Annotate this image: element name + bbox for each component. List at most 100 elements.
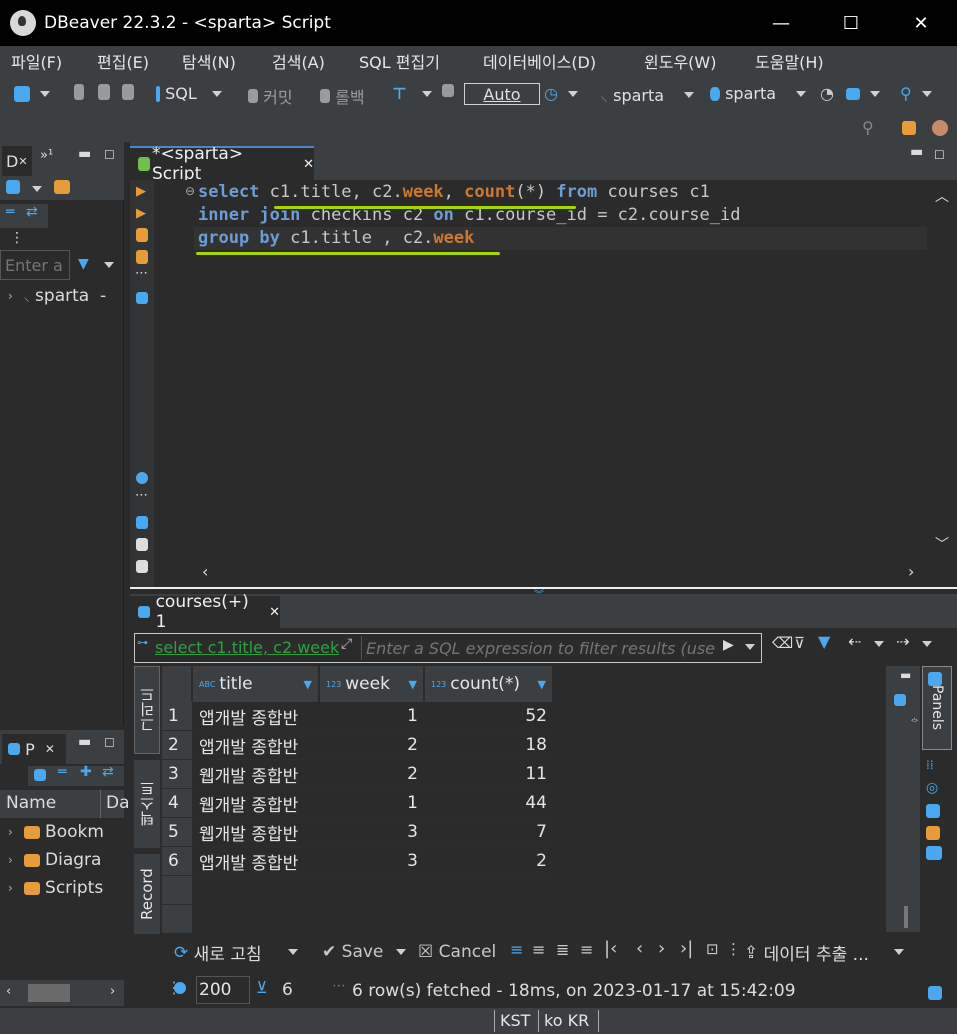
menu-database[interactable]: 데이터베이스(D) xyxy=(483,49,596,73)
table-cell[interactable]: 2 xyxy=(320,731,424,760)
close-icon[interactable]: ✕ xyxy=(303,157,314,172)
tab-record-view[interactable]: Record xyxy=(134,854,160,934)
column-name-header[interactable]: Name xyxy=(6,793,56,813)
configure-icon[interactable] xyxy=(34,769,46,781)
chevron-down-icon[interactable] xyxy=(288,949,298,955)
table-cell[interactable]: 앱개발 종합반 xyxy=(193,702,319,731)
grouping-icon[interactable] xyxy=(926,846,942,860)
execute-statement-icon[interactable]: ▶ xyxy=(136,184,146,199)
settings-gear-icon[interactable] xyxy=(136,472,148,484)
filter-icon[interactable]: ▼ xyxy=(78,256,89,272)
panel-scroll-thumb[interactable] xyxy=(904,906,908,928)
dashboard-button[interactable]: ◔ xyxy=(820,84,834,103)
metadata-icon[interactable]: ◎ xyxy=(926,780,938,796)
column-header-count[interactable]: 123 count(*) ▼ xyxy=(425,666,553,702)
expand-icon[interactable]: › xyxy=(8,289,13,303)
table-cell[interactable]: 2 xyxy=(425,847,553,876)
cancel-button[interactable]: ☒ Cancel xyxy=(418,942,496,962)
table-cell[interactable]: 웹개발 종합반 xyxy=(193,818,319,847)
export-icon[interactable] xyxy=(136,516,148,529)
tab-text-view[interactable]: 텍스트 xyxy=(134,760,160,848)
table-cell[interactable]: 앱개발 종합반 xyxy=(193,731,319,760)
navigator-filter-input[interactable] xyxy=(0,250,70,280)
transaction-log-button[interactable]: ◷ xyxy=(544,84,579,103)
table-cell[interactable]: 18 xyxy=(425,731,553,760)
value-viewer-icon[interactable]: ⁞⁞ xyxy=(926,758,934,772)
minimize-icon[interactable]: ▬ xyxy=(78,734,91,750)
column-header-week[interactable]: 123 week ▼ xyxy=(320,666,424,702)
filter-history-icon[interactable] xyxy=(745,644,755,650)
close-icon[interactable]: ✕ xyxy=(18,155,27,168)
clear-filter-icon[interactable]: ⌫ xyxy=(772,634,793,652)
table-cell[interactable]: 44 xyxy=(425,789,553,818)
minimize-icon[interactable]: ▬ xyxy=(910,144,923,160)
code-line-3[interactable]: group by c1.title , c2.week xyxy=(198,227,474,250)
row-number[interactable]: 5 xyxy=(162,818,192,847)
table-cell[interactable]: 1 xyxy=(320,702,424,731)
project-item-diagrams[interactable]: › Diagra xyxy=(8,850,101,870)
table-cell[interactable]: 11 xyxy=(425,760,553,789)
new-connection-button[interactable] xyxy=(14,84,51,103)
next-page-icon[interactable]: › xyxy=(658,938,665,959)
refresh-button[interactable]: ⟳ 새로 고침 xyxy=(174,940,262,966)
menu-file[interactable]: 파일(F) xyxy=(11,49,62,73)
menu-edit[interactable]: 편집(E) xyxy=(97,49,149,73)
erd-button[interactable] xyxy=(846,84,881,103)
edit-row-icon[interactable]: ≡ xyxy=(510,940,523,959)
console-icon[interactable] xyxy=(136,292,148,304)
project-item-bookmarks[interactable]: › Bookm xyxy=(8,822,104,842)
filter-icon[interactable]: ▼ xyxy=(818,632,830,651)
schema-selector[interactable]: sparta xyxy=(710,84,807,103)
tab-grid-view[interactable]: 그리드 xyxy=(134,666,160,754)
references-icon[interactable] xyxy=(926,804,940,818)
delete-row-icon[interactable]: ≡ xyxy=(580,940,593,959)
expand-icon[interactable]: › xyxy=(8,881,13,895)
back-icon[interactable]: ⇠ xyxy=(848,632,861,651)
last-page-icon[interactable]: ›| xyxy=(680,938,693,959)
more-actions-icon[interactable]: ⋯ xyxy=(135,488,148,503)
connect-button[interactable] xyxy=(74,84,84,100)
table-cell[interactable]: 1 xyxy=(320,789,424,818)
view-menu-icon[interactable]: ⋮ xyxy=(10,230,24,246)
forward-icon[interactable]: ⇢ xyxy=(896,632,909,651)
collapse-all-icon[interactable]: ═ xyxy=(6,204,14,220)
perspective-avatar-icon[interactable] xyxy=(932,120,948,136)
menu-help[interactable]: 도움말(H) xyxy=(755,49,824,73)
close-icon[interactable]: ✕ xyxy=(45,742,55,756)
more-actions-icon[interactable]: ⋯ xyxy=(135,266,148,281)
prev-page-icon[interactable]: ‹ xyxy=(636,938,643,959)
more-icon[interactable]: ⋮ xyxy=(726,940,741,958)
chevron-down-icon[interactable] xyxy=(874,641,884,647)
add-row-icon[interactable]: ≡ xyxy=(532,940,545,959)
load-script-icon[interactable] xyxy=(136,538,148,551)
maximize-icon[interactable]: ☐ xyxy=(934,148,945,162)
datasource-selector[interactable]: ⸜ sparta xyxy=(600,84,695,106)
fetch-settings-icon[interactable] xyxy=(174,982,186,994)
expand-filter-icon[interactable]: ⤢ xyxy=(341,636,352,652)
expand-icon[interactable]: › xyxy=(8,853,13,867)
row-number[interactable]: 3 xyxy=(162,760,192,789)
row-number[interactable]: 2 xyxy=(162,731,192,760)
table-cell[interactable]: 2 xyxy=(320,760,424,789)
export-data-button[interactable]: ⇪ 데이터 추출 ... xyxy=(744,940,869,966)
first-page-icon[interactable]: |‹ xyxy=(604,938,617,959)
menu-search[interactable]: 검색(A) xyxy=(272,49,325,73)
column-header-title[interactable]: ABC title ▼ xyxy=(193,666,319,702)
close-icon[interactable]: ✕ xyxy=(269,605,280,620)
scroll-up-icon[interactable]: ︿ xyxy=(935,186,949,206)
minimize-icon[interactable]: ▬ xyxy=(900,668,911,682)
aggregate-icon[interactable] xyxy=(926,826,940,840)
column-da-header[interactable]: Da xyxy=(106,793,130,813)
invalidate-button[interactable] xyxy=(122,84,134,100)
execute-script-icon[interactable] xyxy=(136,228,148,242)
row-number[interactable]: 6 xyxy=(162,847,192,876)
sort-icon[interactable]: ▼ xyxy=(538,678,546,691)
add-icon[interactable]: ✚ xyxy=(80,764,92,780)
table-cell[interactable]: 7 xyxy=(425,818,553,847)
apply-filter-icon[interactable]: ▶ xyxy=(723,637,734,653)
table-cell[interactable]: 3 xyxy=(320,818,424,847)
scroll-left-icon[interactable]: ‹ xyxy=(6,984,11,999)
chevron-down-icon[interactable] xyxy=(894,949,904,955)
menu-sql-editor[interactable]: SQL 편집기 xyxy=(359,49,440,73)
code-line-1[interactable]: select c1.title, c2.week, count(*) from … xyxy=(198,181,710,204)
